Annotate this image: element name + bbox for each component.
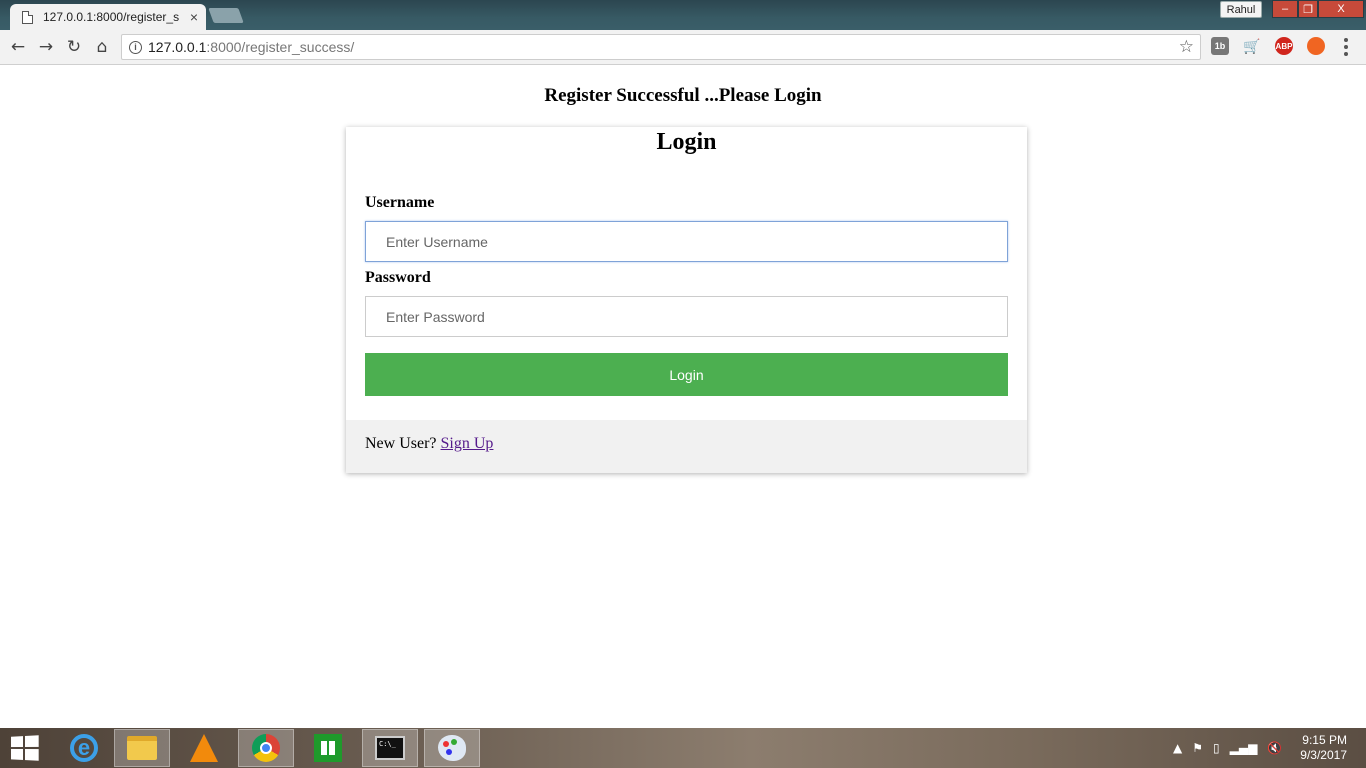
start-button-icon[interactable] [11,735,39,761]
clock-date: 9/3/2017 [1300,748,1347,762]
tab-title: 127.0.0.1:8000/register_s [43,10,180,24]
extension-1b-icon[interactable]: 1b [1211,37,1229,55]
maximize-button[interactable]: ❐ [1298,0,1318,18]
home-icon[interactable]: ⌂ [91,36,113,58]
show-hidden-icons-icon[interactable]: ▲ [1173,741,1182,755]
username-input[interactable] [365,221,1008,262]
tab-close-icon[interactable]: × [190,9,198,25]
new-user-text: New User? [365,435,441,452]
page-heading: Register Successful ...Please Login [544,85,822,106]
profile-button[interactable]: Rahul [1220,1,1262,18]
url-path: :8000/register_success/ [206,39,355,55]
internet-explorer-icon[interactable]: e [56,729,112,767]
action-center-flag-icon[interactable]: ⚑ [1192,741,1203,755]
new-tab-button[interactable] [208,8,244,23]
system-tray: ▲ ⚑ ▯ ▂▄▆ 🔇 9:15 PM 9/3/2017 [1173,728,1366,768]
volume-muted-icon[interactable]: 🔇 [1267,741,1282,755]
login-card: Login Username Password Login New User? … [346,127,1027,473]
paint-icon[interactable] [424,729,480,767]
close-window-button[interactable]: X [1318,0,1364,18]
browser-toolbar: ← → ↻ ⌂ i 127.0.0.1:8000/register_succes… [0,30,1366,65]
password-input[interactable] [365,296,1008,337]
password-label: Password [365,269,431,286]
reload-icon[interactable]: ↻ [63,36,85,58]
login-button[interactable]: Login [365,353,1008,396]
file-explorer-icon[interactable] [114,729,170,767]
cart-extension-icon[interactable]: 🛒 [1243,37,1261,55]
card-footer: New User? Sign Up [346,420,1027,473]
store-icon[interactable] [300,729,356,767]
page-icon [22,10,33,24]
url-host: 127.0.0.1 [148,39,207,55]
browser-title-bar: 127.0.0.1:8000/register_s × Rahul – ❐ X [0,0,1366,30]
browser-menu-icon[interactable] [1344,38,1348,56]
battery-icon[interactable]: ▯ [1213,741,1220,755]
back-icon[interactable]: ← [7,36,29,58]
forward-icon[interactable]: → [35,36,57,58]
login-title: Login [656,129,717,155]
signup-link[interactable]: Sign Up [441,435,494,452]
bookmark-star-icon[interactable]: ☆ [1179,37,1194,57]
clock[interactable]: 9:15 PM 9/3/2017 [1300,733,1347,763]
clock-time: 9:15 PM [1302,733,1347,747]
site-info-icon[interactable]: i [129,40,142,54]
orange-extension-icon[interactable] [1307,37,1325,55]
vlc-icon[interactable] [176,729,232,767]
adblock-icon[interactable]: ABP [1275,37,1293,55]
browser-tab[interactable]: 127.0.0.1:8000/register_s × [10,4,206,30]
taskbar: e C:\_ ▲ ⚑ ▯ ▂▄▆ 🔇 9:15 PM 9/3/2017 [0,728,1366,768]
network-signal-icon[interactable]: ▂▄▆ [1230,741,1258,755]
chrome-icon[interactable] [238,729,294,767]
username-label: Username [365,194,435,211]
minimize-button[interactable]: – [1272,0,1298,18]
command-prompt-icon[interactable]: C:\_ [362,729,418,767]
address-bar[interactable]: i 127.0.0.1:8000/register_success/ ☆ [121,34,1201,60]
